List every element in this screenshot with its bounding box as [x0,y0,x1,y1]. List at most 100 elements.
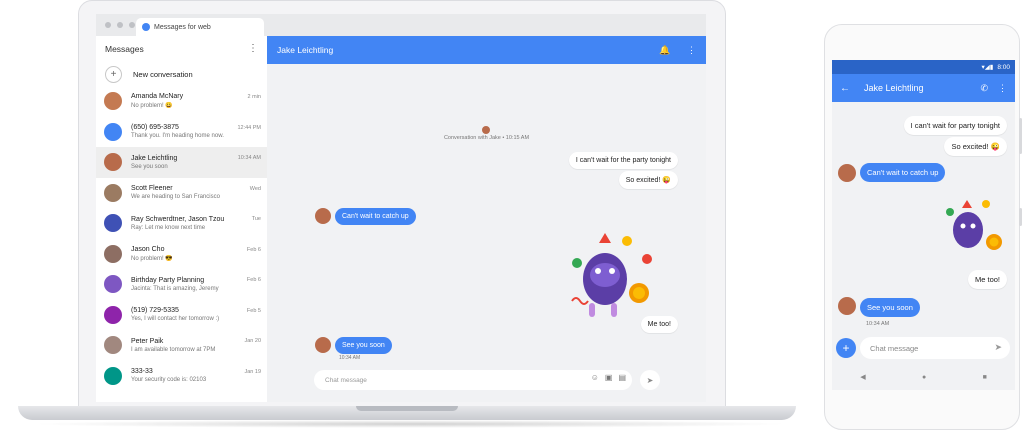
conversation-preview: No problem! 😎 [131,255,173,262]
phone-screen: ▾◢▮ 8:00 ← Jake Leichtling ✆ ⋮ I can't w… [832,60,1015,390]
phone-status-bar: ▾◢▮ 8:00 [832,60,1015,74]
conversation-name: Birthday Party Planning [131,276,205,284]
contact-avatar [104,366,122,385]
add-icon: + [842,341,850,355]
signal-icon: ▾◢▮ [981,64,994,71]
phone-message-incoming[interactable]: Can't wait to catch up [860,163,946,182]
browser-tab[interactable]: Messages for web [136,18,264,36]
phone-message-incoming[interactable]: See you soon [860,298,920,317]
nav-home-icon[interactable]: ● [922,374,926,381]
more-vert-icon[interactable]: ⋮ [998,83,1007,94]
send-icon: ➤ [646,375,654,385]
phone-nav-bar: ◀ ● ■ [832,365,1015,389]
conversation-preview: Ray: Let me know next time [131,224,206,231]
conversation-name: Jason Cho [131,245,165,253]
nav-recents-icon[interactable]: ■ [983,374,987,381]
sticker-icon[interactable]: ▣ [605,373,613,382]
phone-contact-avatar [838,164,856,182]
browser-tab-title: Messages for web [154,23,211,31]
phone-party-monster-sticker[interactable] [942,198,1010,260]
browser-chrome: Messages for web [96,14,706,36]
conversation-time: Feb 5 [246,307,261,314]
conversation-name: Ray Schwerdtner, Jason Tzou [131,215,225,223]
conversation-preview: We are heading to San Francisco [131,194,220,201]
send-icon[interactable]: ➤ [994,342,1002,353]
conversation-text: Amanda McNary No problem! 😀 [131,93,261,109]
contact-avatar [104,244,122,263]
laptop-shadow [30,420,790,428]
phone-volume-button [1019,118,1022,154]
contact-avatar [104,275,122,294]
conversation-time: Feb 6 [246,277,261,283]
more-vert-icon[interactable]: ⋮ [687,45,696,55]
message-outgoing[interactable]: Me too! [640,316,678,333]
add-icon: + [105,65,122,83]
image-icon[interactable]: ▤ [618,373,626,382]
contact-avatar [104,214,122,233]
conversation-text: Birthday Party Planning Jacinta: That is … [131,277,261,292]
message-outgoing[interactable]: So excited! 😜 [618,171,678,189]
chat-message-input[interactable]: Chat message ☺ ▣ ▤ [314,370,632,390]
conversation-item[interactable]: Jason Cho No problem! 😎 Feb 6 [96,239,267,270]
conversation-item[interactable]: Amanda McNary No problem! 😀 2 min [96,86,267,117]
window-minimize-dot[interactable] [117,22,123,28]
bell-icon[interactable]: 🔔 [659,45,670,55]
back-arrow-icon[interactable]: ← [840,83,850,94]
conversation-item[interactable]: Scott Fleener We are heading to San Franc… [96,178,267,209]
conversation-item[interactable]: Jake Leichtling See you soon 10:34 AM [96,147,267,178]
phone-contact-name: Jake Leichtling [864,83,924,93]
conversation-name: Scott Fleener [131,185,173,193]
conversation-time: Jan 19 [244,368,261,375]
new-conversation-button[interactable]: + New conversation [96,62,267,86]
sidebar-header: Messages ⋮ [96,36,267,62]
conversation-name: Peter Paik [131,337,164,345]
message-incoming[interactable]: Can't wait to catch up [335,208,416,225]
emoji-icon[interactable]: ☺ [591,373,599,382]
phone-call-icon[interactable]: ✆ [980,83,988,94]
phone-chat-message-input[interactable]: Chat message ➤ [860,337,1010,359]
conversation-time: Wed [249,185,261,192]
contact-avatar [104,153,122,172]
contact-avatar [104,122,122,141]
conversation-time: 10:34 AM [237,155,261,161]
phone-power-button [1019,208,1022,226]
contact-avatar [315,337,331,353]
window-close-dot[interactable] [105,22,111,28]
conversation-name: 333-33 [131,368,153,376]
window-maximize-dot[interactable] [129,22,135,28]
conversation-time: Feb 6 [246,246,261,253]
conversation-preview: I am available tomorrow at 7PM [131,346,216,353]
messages-logo-icon [142,23,150,31]
contact-avatar-small [482,126,490,134]
message-outgoing[interactable]: I can't wait for the party tonight [568,152,678,169]
conversation-text: Peter Paik I am available tomorrow at 7PM [131,338,261,353]
phone-chat-placeholder: Chat message [870,343,919,353]
contact-avatar [104,183,122,202]
new-conversation-label: New conversation [133,69,193,79]
conversation-text: Ray Schwerdtner, Jason Tzou Ray: Let me k… [131,216,261,231]
conversation-item[interactable]: (519) 729-5335 Yes, I will contact her to… [96,300,267,331]
conversation-item[interactable]: (650) 695-3875 Thank you. I'm heading hom… [96,117,267,148]
conversation-list: Messages ⋮ + New conversation Amanda McN… [96,36,268,402]
conversation-item[interactable]: 333-33 Your security code is: 02103 Jan 19 [96,361,267,392]
send-button[interactable]: ➤ [640,370,660,390]
phone-message-outgoing[interactable]: So excited! 😜 [944,137,1007,156]
phone-message-outgoing[interactable]: I can't wait for party tonight [903,116,1007,135]
phone-message-outgoing[interactable]: Me too! [967,270,1007,289]
conversation-preview: See you soon [131,163,168,170]
conversation-item[interactable]: Ray Schwerdtner, Jason Tzou Ray: Let me k… [96,208,267,239]
more-vert-icon[interactable]: ⋮ [248,44,258,54]
conversation-item[interactable]: Peter Paik I am available tomorrow at 7PM… [96,330,267,361]
conversation-preview: Yes, I will contact her tomorrow :) [131,316,220,323]
laptop-screen: Messages for web Messages ⋮ + New conver… [96,14,706,402]
conversation-preview: Thank you. I'm heading home now. [131,133,224,140]
party-monster-sticker[interactable] [567,231,657,326]
conversation-preview: Jacinta: That is amazing, Jeremy [131,285,219,292]
conversation-name: Amanda McNary [131,93,184,101]
nav-back-icon[interactable]: ◀ [860,373,865,381]
phone-add-button[interactable]: + [836,338,856,358]
message-incoming[interactable]: See you soon [335,337,392,354]
conversation-time: 2 min [247,94,261,100]
phone-contact-avatar [838,297,856,315]
conversation-item[interactable]: Birthday Party Planning Jacinta: That is … [96,269,267,300]
